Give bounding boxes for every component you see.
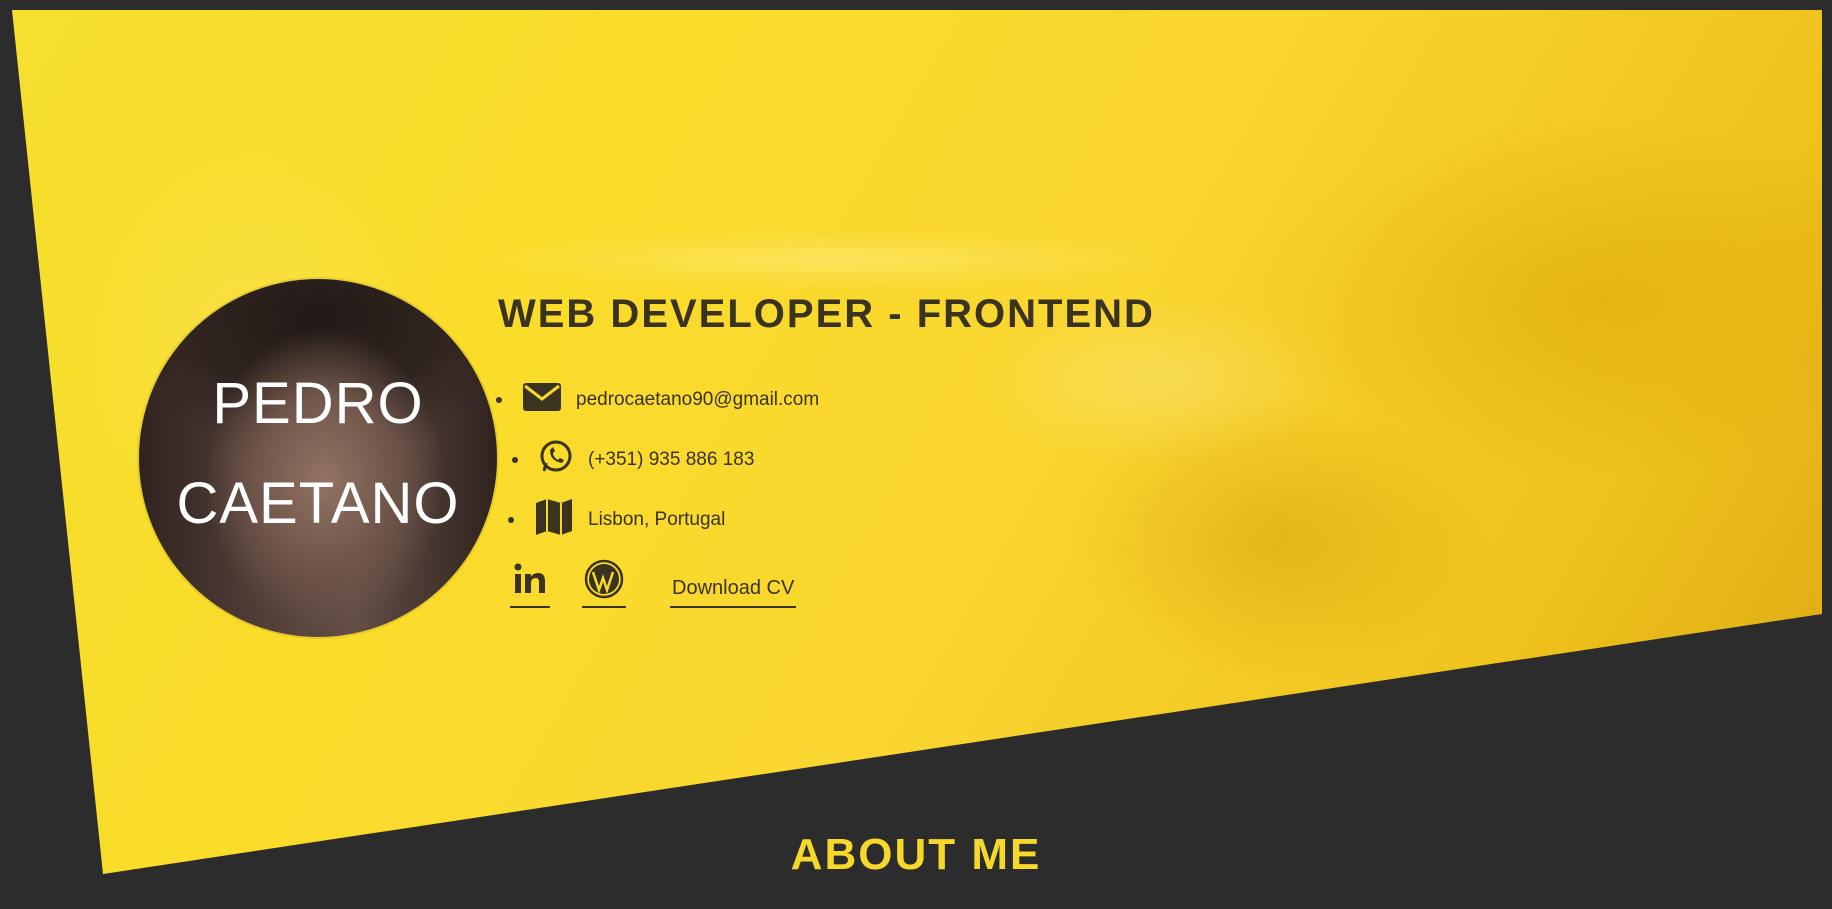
contact-phone: (+351) 935 886 183 xyxy=(496,430,819,490)
list-bullet xyxy=(508,517,514,523)
list-bullet xyxy=(512,457,518,463)
page: PEDRO CAETANO WEB DEVELOPER - FRONTEND p… xyxy=(0,0,1832,909)
job-title: WEB DEVELOPER - FRONTEND xyxy=(498,292,1155,336)
hero-section: PEDRO CAETANO WEB DEVELOPER - FRONTEND p… xyxy=(12,10,1822,874)
contact-list: pedrocaetano90@gmail.com (+351) 935 886 … xyxy=(496,370,819,550)
wordpress-link[interactable] xyxy=(582,556,626,608)
about-me-heading: ABOUT ME xyxy=(790,830,1042,879)
map-icon xyxy=(534,497,574,543)
email-text[interactable]: pedrocaetano90@gmail.com xyxy=(576,389,819,411)
whatsapp-icon xyxy=(538,439,574,481)
wordpress-icon xyxy=(584,559,624,604)
name-first: PEDRO xyxy=(212,371,424,436)
avatar: PEDRO CAETANO xyxy=(139,279,497,637)
location-text: Lisbon, Portugal xyxy=(588,509,726,530)
name-last: CAETANO xyxy=(176,471,460,536)
contact-email: pedrocaetano90@gmail.com xyxy=(496,370,819,430)
social-links: Download CV xyxy=(510,556,797,608)
contact-location: Lisbon, Portugal xyxy=(496,490,819,550)
linkedin-icon xyxy=(512,561,548,602)
linkedin-link[interactable] xyxy=(510,556,550,608)
phone-text[interactable]: (+351) 935 886 183 xyxy=(588,449,754,471)
download-cv-link[interactable]: Download CV xyxy=(670,577,797,608)
envelope-icon xyxy=(522,381,562,419)
